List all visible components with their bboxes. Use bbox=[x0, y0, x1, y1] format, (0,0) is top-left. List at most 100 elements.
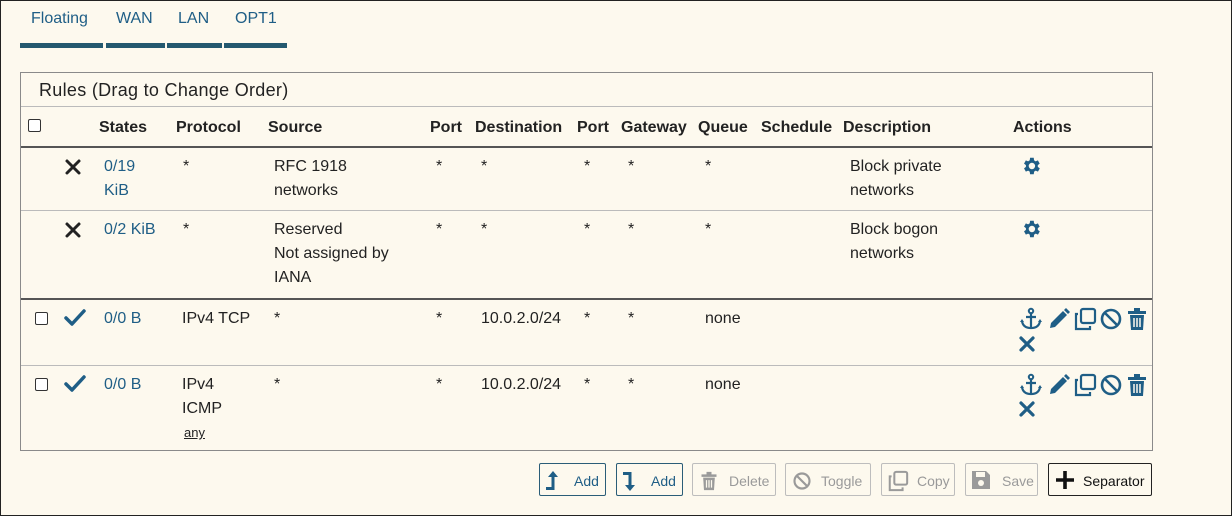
protocol-subtype-link[interactable]: any bbox=[184, 425, 205, 440]
toggle-button[interactable]: Toggle bbox=[785, 463, 871, 496]
anchor-icon[interactable] bbox=[1019, 307, 1043, 331]
port-cell: * bbox=[584, 376, 591, 393]
row-divider bbox=[21, 298, 1152, 300]
tab-underline bbox=[167, 43, 222, 48]
pass-check-icon bbox=[64, 309, 86, 327]
destination-cell: * bbox=[481, 221, 488, 238]
tab-label: Floating bbox=[31, 10, 88, 27]
rules-panel: Rules (Drag to Change Order) States Prot… bbox=[20, 72, 1153, 451]
protocol-cell: * bbox=[183, 221, 190, 238]
block-x-icon bbox=[64, 158, 82, 176]
gateway-cell: * bbox=[628, 310, 635, 327]
disable-icon bbox=[792, 470, 812, 495]
queue-cell: none bbox=[705, 376, 741, 393]
anchor-icon[interactable] bbox=[1019, 373, 1043, 397]
column-header-source[interactable]: Source bbox=[268, 119, 322, 137]
copy-icon[interactable] bbox=[1073, 307, 1097, 331]
protocol-cell: * bbox=[183, 158, 190, 175]
states-link[interactable]: 0/19 KiB bbox=[104, 155, 135, 203]
add-separator-button[interactable]: Separator bbox=[1048, 463, 1152, 496]
queue-cell: none bbox=[705, 310, 741, 327]
source-cell: RFC 1918 networks bbox=[274, 158, 347, 199]
column-header-schedule[interactable]: Schedule bbox=[761, 119, 832, 137]
tab-opt1[interactable]: OPT1 bbox=[224, 0, 287, 48]
block-x-icon bbox=[64, 221, 82, 239]
tab-label: WAN bbox=[116, 10, 153, 27]
destination-cell: 10.0.2.0/24 bbox=[481, 310, 562, 327]
copy-button[interactable]: Copy bbox=[881, 463, 955, 496]
tab-lan[interactable]: LAN bbox=[167, 0, 222, 48]
port-cell: * bbox=[436, 221, 443, 238]
arrow-down-icon bbox=[622, 470, 638, 495]
delete-x-icon[interactable] bbox=[1017, 334, 1037, 354]
add-bottom-button[interactable]: Add bbox=[616, 463, 683, 496]
column-header-port[interactable]: Port bbox=[577, 119, 609, 137]
states-link[interactable]: 0/0 B bbox=[104, 373, 141, 397]
port-cell: * bbox=[436, 376, 443, 393]
gear-icon[interactable] bbox=[1020, 155, 1042, 177]
tab-underline bbox=[20, 43, 103, 48]
column-header-queue[interactable]: Queue bbox=[698, 119, 748, 137]
add-top-button[interactable]: Add bbox=[539, 463, 606, 496]
column-header-protocol[interactable]: Protocol bbox=[176, 119, 241, 137]
column-header-port[interactable]: Port bbox=[430, 119, 462, 137]
protocol-cell: IPv4 TCP bbox=[182, 310, 251, 327]
column-header-states[interactable]: States bbox=[99, 119, 147, 137]
pencil-icon[interactable] bbox=[1047, 307, 1071, 331]
protocol-cell: IPv4 ICMP bbox=[182, 376, 222, 417]
disable-icon[interactable] bbox=[1099, 307, 1123, 331]
port-cell: * bbox=[584, 158, 591, 175]
tab-underline bbox=[224, 43, 287, 48]
column-header-description[interactable]: Description bbox=[843, 119, 931, 137]
disable-icon[interactable] bbox=[1099, 373, 1123, 397]
port-cell: * bbox=[584, 221, 591, 238]
destination-cell: 10.0.2.0/24 bbox=[481, 376, 562, 393]
save-button[interactable]: Save bbox=[965, 463, 1038, 496]
row-checkbox[interactable] bbox=[35, 378, 48, 391]
source-cell: * bbox=[274, 376, 281, 393]
tab-label: LAN bbox=[178, 10, 210, 27]
row-divider bbox=[21, 210, 1152, 211]
delete-button[interactable]: Delete bbox=[692, 463, 776, 496]
description-cell: Block private networks bbox=[850, 158, 942, 199]
tab-label: OPT1 bbox=[235, 10, 277, 27]
gateway-cell: * bbox=[628, 221, 635, 238]
divider bbox=[21, 106, 1152, 107]
row-checkbox[interactable] bbox=[35, 312, 48, 325]
pass-check-icon bbox=[64, 375, 86, 393]
tab-floating[interactable]: Floating bbox=[20, 0, 103, 48]
gateway-cell: * bbox=[628, 376, 635, 393]
queue-cell: * bbox=[705, 221, 712, 238]
tab-underline bbox=[106, 43, 165, 48]
source-cell: * bbox=[274, 310, 281, 327]
gear-icon[interactable] bbox=[1020, 218, 1042, 240]
column-header-actions: Actions bbox=[1013, 119, 1072, 136]
description-cell: Block bogon networks bbox=[850, 221, 939, 262]
pencil-icon[interactable] bbox=[1047, 373, 1071, 397]
tab-wan[interactable]: WAN bbox=[106, 0, 165, 48]
plus-icon bbox=[1055, 470, 1075, 493]
row-divider bbox=[21, 365, 1152, 366]
queue-cell: * bbox=[705, 158, 712, 175]
column-header-gateway[interactable]: Gateway bbox=[621, 119, 687, 137]
header-divider bbox=[21, 146, 1152, 148]
select-all-checkbox[interactable] bbox=[28, 119, 41, 132]
floppy-disk-icon bbox=[971, 470, 991, 493]
states-link[interactable]: 0/2 KiB bbox=[104, 218, 156, 242]
gateway-cell: * bbox=[628, 158, 635, 175]
copy-icon[interactable] bbox=[1073, 373, 1097, 397]
trash-icon[interactable] bbox=[1125, 307, 1149, 331]
copy-icon bbox=[887, 470, 909, 495]
arrow-up-icon bbox=[545, 470, 561, 495]
trash-icon bbox=[699, 470, 719, 495]
states-link[interactable]: 0/0 B bbox=[104, 307, 141, 331]
source-cell: Reserved Not assigned by IANA bbox=[274, 221, 389, 286]
port-cell: * bbox=[584, 310, 591, 327]
column-header-destination[interactable]: Destination bbox=[475, 119, 562, 137]
panel-title: Rules (Drag to Change Order) bbox=[39, 80, 289, 100]
port-cell: * bbox=[436, 310, 443, 327]
trash-icon[interactable] bbox=[1125, 373, 1149, 397]
destination-cell: * bbox=[481, 158, 488, 175]
delete-x-icon[interactable] bbox=[1017, 399, 1037, 419]
port-cell: * bbox=[436, 158, 443, 175]
